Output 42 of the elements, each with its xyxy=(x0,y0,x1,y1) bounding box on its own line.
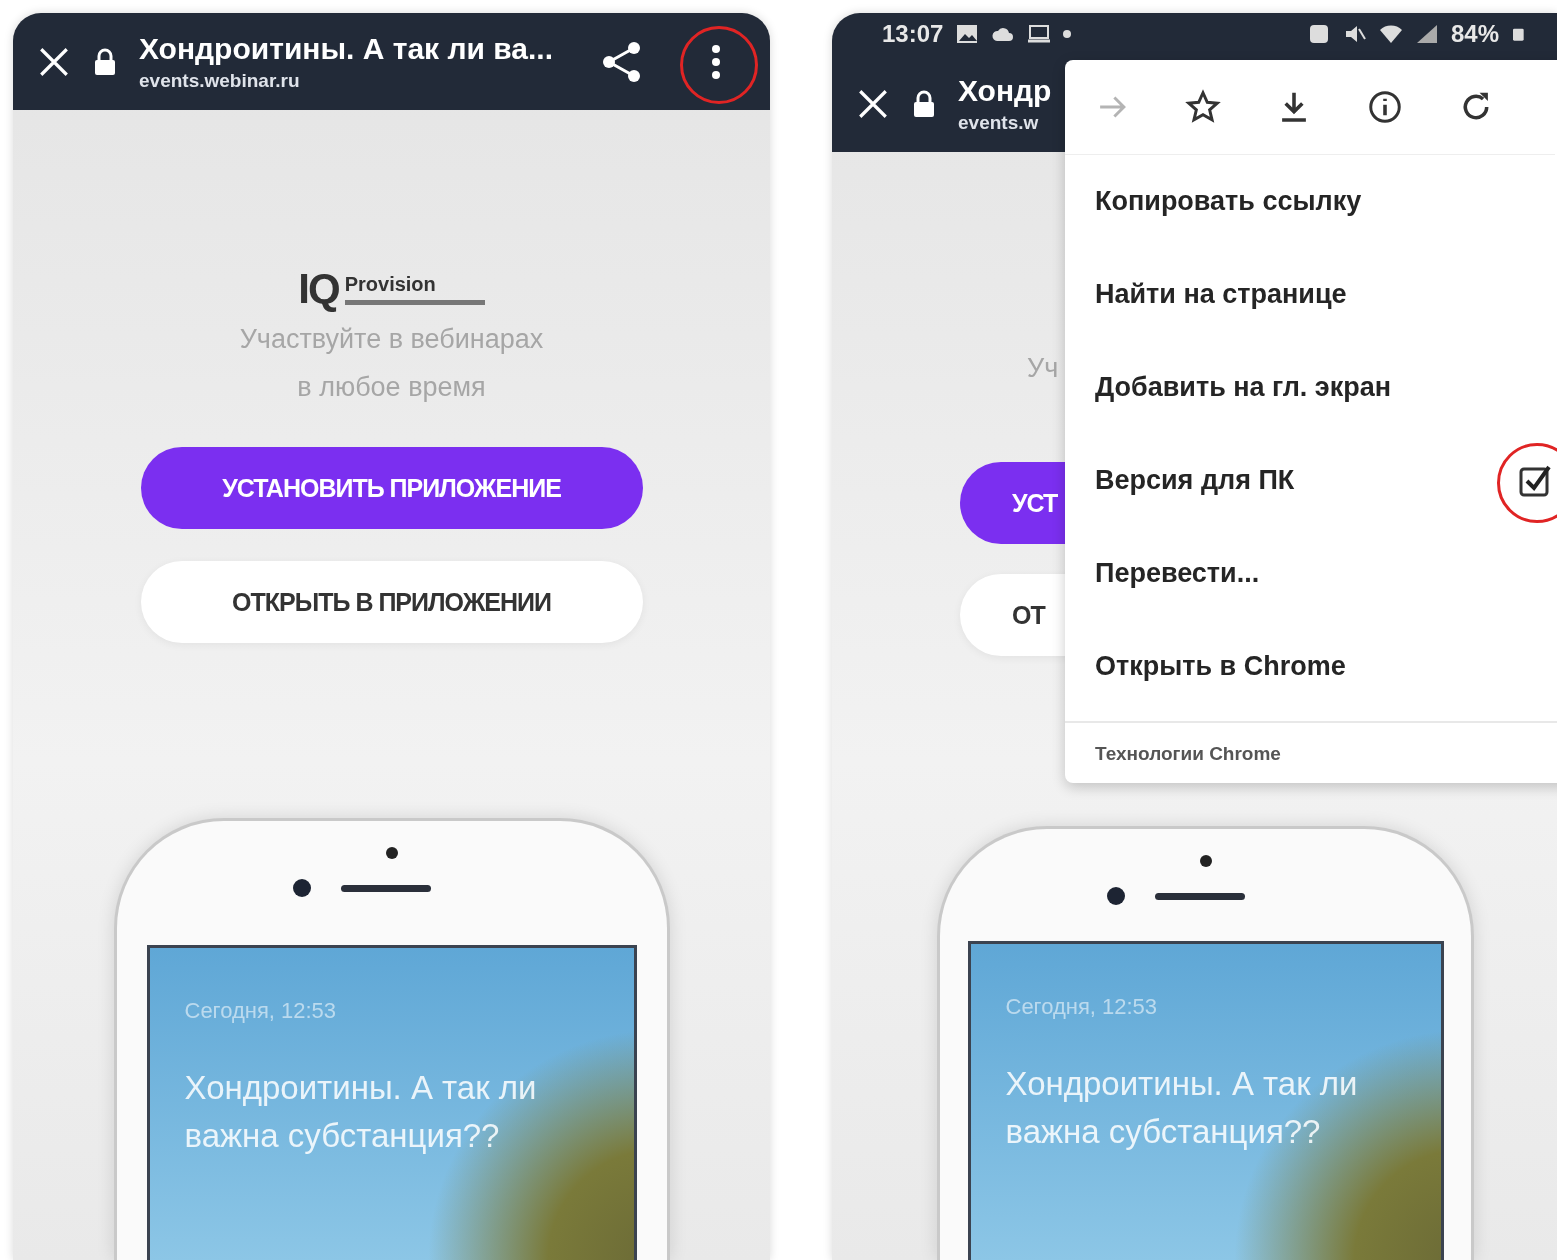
sensor-dot xyxy=(385,847,398,859)
status-time: 13:07 xyxy=(882,20,944,48)
menu-item-label: Открыть в Chrome xyxy=(1095,651,1347,682)
menu-item[interactable]: Открыть в Chrome xyxy=(1065,620,1557,713)
menu-item-label: Найти на странице xyxy=(1095,279,1348,310)
event-date: Сегодня, 12:53 xyxy=(1005,994,1159,1020)
wifi-icon xyxy=(1378,23,1403,45)
tagline-text: в любое время xyxy=(297,371,486,404)
menu-item-label: Добавить на гл. экран xyxy=(1095,372,1393,403)
tagline-text: Участвуйте в вебинарах xyxy=(239,323,544,356)
battery-level: 84% xyxy=(1450,20,1499,48)
menu-item[interactable]: Копировать ссылку xyxy=(1065,155,1557,248)
image-icon xyxy=(955,23,980,45)
menu-footer: Технологии Chrome xyxy=(1065,721,1557,769)
logo-mark: IQ xyxy=(298,265,339,313)
event-date: Сегодня, 12:53 xyxy=(184,998,338,1024)
menu-item[interactable]: Добавить на гл. экран xyxy=(1065,341,1557,434)
open-in-app-button[interactable]: ОТКРЫТЬ В ПРИЛОЖЕНИИ xyxy=(140,561,643,643)
dot-icon xyxy=(1063,30,1072,38)
page-title: Хондроитины. А так ли ва... xyxy=(139,31,554,66)
menu-item[interactable]: Перевести... xyxy=(1065,527,1557,620)
page-url: events.webinar.ru xyxy=(139,69,301,92)
menu-item-label: Перевести... xyxy=(1095,558,1261,589)
page-title: Хондр xyxy=(958,73,1052,108)
info-icon[interactable] xyxy=(1366,88,1404,126)
camera-dot xyxy=(292,879,311,897)
menu-item-label: Копировать ссылку xyxy=(1095,186,1363,217)
install-app-button[interactable]: УСТАНОВИТЬ ПРИЛОЖЕНИЕ xyxy=(140,447,643,529)
event-title: Хондроитины. А так ли важна субстанция?? xyxy=(1005,1064,1359,1152)
lock-icon xyxy=(912,89,936,118)
camera-dot xyxy=(1106,887,1125,905)
sensor-dot xyxy=(1199,855,1212,867)
menu-item[interactable]: Найти на странице xyxy=(1065,248,1557,341)
logo-name: Provision xyxy=(344,273,437,296)
menu-icon[interactable] xyxy=(711,44,721,79)
tagline-text: Уч xyxy=(1027,352,1059,385)
laptop-icon xyxy=(1027,23,1052,45)
menu-item[interactable]: Версия для ПК xyxy=(1065,434,1557,527)
page-url: events.w xyxy=(958,111,1040,134)
menu-item-label: Версия для ПК xyxy=(1095,465,1296,496)
event-title: Хондроитины. А так ли важна субстанция?? xyxy=(184,1068,538,1156)
lock-icon xyxy=(93,47,117,76)
